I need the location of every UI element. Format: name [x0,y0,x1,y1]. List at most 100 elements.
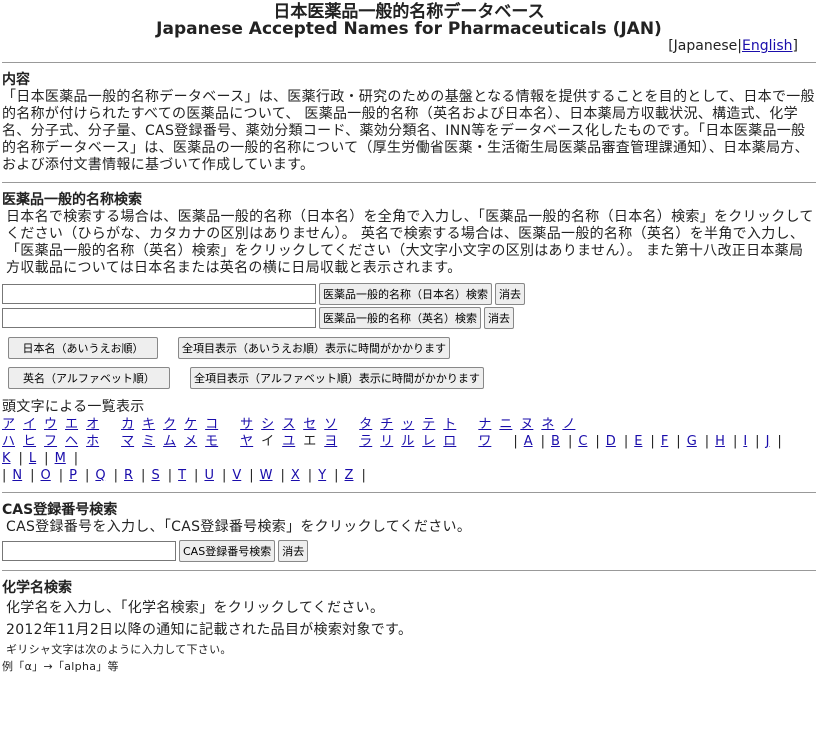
initial-link[interactable]: ス [282,417,295,432]
initial-link[interactable]: チ [380,417,393,432]
initial-link[interactable]: ヨ [324,434,337,449]
initial-link[interactable]: レ [422,434,435,449]
initial-link[interactable]: ク [163,417,176,432]
separator: | [704,434,710,449]
initial-link[interactable]: ル [401,434,414,449]
separator: | [361,468,366,483]
letter-link[interactable]: G [687,434,697,449]
separator: | [221,468,227,483]
initial-link[interactable]: ム [163,434,176,449]
initial-link[interactable]: ア [2,417,15,432]
letter-link[interactable]: T [178,468,186,483]
separator: | [84,468,90,483]
initial-link[interactable]: ミ [142,434,155,449]
initial-link[interactable]: ラ [359,434,372,449]
letter-link[interactable]: P [69,468,77,483]
initial-link[interactable]: ノ [562,417,575,432]
separator: | [58,468,64,483]
cas-search-button[interactable]: CAS登録番号検索 [179,540,276,562]
letter-link[interactable]: S [151,468,159,483]
initial-link[interactable]: キ [142,417,155,432]
english-name-input[interactable] [2,308,316,328]
divider [2,570,816,571]
initial-link[interactable]: ケ [184,417,197,432]
letter-link[interactable]: M [55,451,66,466]
initial-link[interactable]: ロ [443,434,456,449]
initial-link[interactable]: エ [65,417,78,432]
letter-link[interactable]: N [12,468,22,483]
separator: | [167,468,173,483]
initial-link[interactable]: ト [443,417,456,432]
divider [2,492,816,493]
letter-link[interactable]: Z [345,468,354,483]
separator: | [249,468,254,483]
initial-link[interactable]: ウ [44,417,57,432]
initial-link[interactable]: モ [205,434,218,449]
letter-link[interactable]: C [578,434,587,449]
japanese-name-search-button[interactable]: 医薬品一般的名称（日本名）検索 [319,283,492,305]
letter-link[interactable]: E [634,434,642,449]
initial-link[interactable]: タ [359,417,372,432]
letter-link[interactable]: X [291,468,300,483]
initial-link[interactable]: ナ [478,417,491,432]
initial-link[interactable]: ワ [478,434,491,449]
letter-link[interactable]: D [606,434,616,449]
initial-link[interactable]: フ [44,434,57,449]
letter-link[interactable]: A [524,434,533,449]
initial-link[interactable]: ヌ [520,417,533,432]
list-japanese-button[interactable]: 日本名（あいうえお順） [8,337,158,359]
greek-note: ギリシャ文字は次のように入力して下さい。 [6,643,232,656]
initial-link[interactable]: シ [261,417,274,432]
japanese-name-input[interactable] [2,284,316,304]
initial-link[interactable]: ソ [324,417,337,432]
english-link[interactable]: English [742,38,793,54]
cas-input[interactable] [2,541,176,561]
letter-link[interactable]: Y [318,468,326,483]
initial-link[interactable]: イ [23,417,36,432]
letter-link[interactable]: U [204,468,214,483]
letter-link[interactable]: L [29,451,36,466]
title-en: Japanese Accepted Names for Pharmaceutic… [156,19,662,39]
initial-link[interactable]: ホ [86,434,99,449]
initial-link[interactable]: ヤ [240,434,253,449]
letter-link[interactable]: I [743,434,747,449]
initial-link[interactable]: ニ [499,417,512,432]
initial-link[interactable]: テ [422,417,435,432]
initial-link[interactable]: ヘ [65,434,78,449]
separator: | [623,434,629,449]
separator: | [567,434,573,449]
letter-link[interactable]: V [232,468,241,483]
list-japanese-all-button[interactable]: 全項目表示（あいうえお順）表示に時間がかかります [178,337,450,359]
initial-link[interactable]: ユ [282,434,295,449]
initial-link[interactable]: オ [86,417,99,432]
initial-link[interactable]: メ [184,434,197,449]
initial-link[interactable]: ッ [401,417,414,432]
letter-link[interactable]: J [766,434,770,449]
initial-link[interactable]: セ [303,417,316,432]
letter-link[interactable]: Q [95,468,105,483]
letter-link[interactable]: H [715,434,725,449]
english-name-search-button[interactable]: 医薬品一般的名称（英名）検索 [319,307,481,329]
clear-button[interactable]: 消去 [495,283,525,305]
initial-link[interactable]: ネ [541,417,554,432]
clear-button[interactable]: 消去 [278,540,309,562]
initial-link[interactable]: カ [121,417,134,432]
letter-link[interactable]: K [2,451,11,466]
clear-button[interactable]: 消去 [484,307,514,329]
letter-link[interactable]: F [661,434,668,449]
initial-link[interactable]: ヒ [23,434,36,449]
initial-link[interactable]: コ [205,417,218,432]
initial-link[interactable]: リ [380,434,393,449]
separator: | [732,434,738,449]
letter-link[interactable]: R [124,468,133,483]
initial-link[interactable]: ハ [2,434,15,449]
separator: | [194,468,199,483]
letter-link[interactable]: B [551,434,560,449]
separator: | [540,434,546,449]
list-english-all-button[interactable]: 全項目表示（アルファベット順）表示に時間がかかります [190,367,484,389]
initial-link[interactable]: マ [121,434,134,449]
list-english-button[interactable]: 英名（アルファベット順） [8,367,170,389]
initial-link[interactable]: サ [240,417,253,432]
letter-link[interactable]: W [260,468,273,483]
letter-link[interactable]: O [41,468,51,483]
